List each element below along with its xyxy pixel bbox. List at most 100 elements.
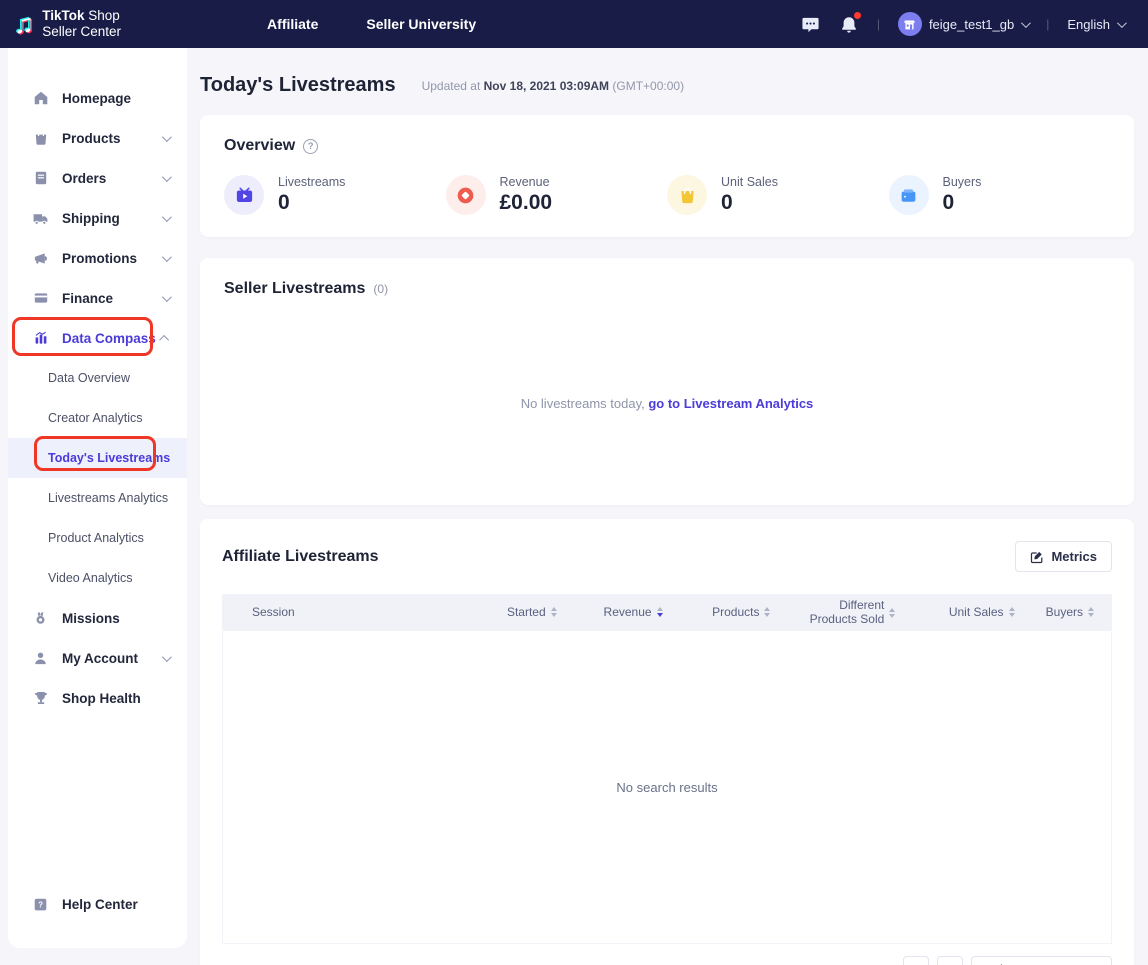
seller-livestreams-count: (0) (373, 282, 388, 296)
sidebar-subitem-todays-livestreams[interactable]: Today's Livestreams (8, 438, 187, 478)
column-buyers[interactable]: Buyers (1015, 606, 1094, 620)
chevron-down-icon (162, 652, 172, 662)
chevron-down-icon (1021, 18, 1031, 28)
user-icon (32, 650, 49, 667)
top-navbar: ♫ TikTok Shop Seller Center Affiliate Se… (0, 0, 1148, 48)
medal-icon (32, 610, 49, 627)
metric-livestreams: Livestreams 0 (224, 175, 446, 215)
go-to-livestream-analytics-link[interactable]: go to Livestream Analytics (648, 396, 813, 411)
table-empty-body: No search results (222, 631, 1112, 944)
orders-document-icon (32, 170, 49, 187)
navbar-links: Affiliate Seller University (267, 16, 476, 32)
column-revenue[interactable]: Revenue (557, 606, 663, 620)
logo-tiktok: TikTok (42, 8, 84, 23)
sidebar: Homepage Products Orders Shipping Promot… (8, 48, 187, 948)
avatar (898, 12, 922, 36)
no-results-text: No search results (616, 780, 717, 795)
sidebar-item-label: Orders (62, 171, 106, 186)
seller-livestreams-empty-state: No livestreams today, go to Livestream A… (200, 396, 1134, 411)
sidebar-item-label: Finance (62, 291, 113, 306)
trophy-icon (32, 690, 49, 707)
sidebar-item-label: Products (62, 131, 121, 146)
sidebar-subitem-creator-analytics[interactable]: Creator Analytics (8, 398, 187, 438)
sidebar-item-label: Shop Health (62, 691, 141, 706)
nav-link-seller-university[interactable]: Seller University (366, 16, 476, 32)
logo-shop: Shop (85, 8, 120, 23)
sidebar-subitem-data-overview[interactable]: Data Overview (8, 358, 187, 398)
chevron-up-icon (159, 334, 169, 344)
chevron-down-icon (162, 132, 172, 142)
nav-link-affiliate[interactable]: Affiliate (267, 16, 318, 32)
column-started[interactable]: Started (458, 606, 556, 620)
notifications-bell-icon[interactable] (839, 14, 859, 34)
sidebar-item-shop-health[interactable]: Shop Health (8, 678, 187, 718)
sidebar-item-my-account[interactable]: My Account (8, 638, 187, 678)
sidebar-item-label: Homepage (62, 91, 131, 106)
metrics-button[interactable]: Metrics (1015, 541, 1112, 572)
overview-title: Overview (224, 137, 295, 155)
sidebar-item-homepage[interactable]: Homepage (8, 78, 187, 118)
help-tooltip-icon[interactable]: ? (303, 139, 318, 154)
table-header-row: Session Started Revenue Products Differe… (222, 594, 1112, 631)
page-size-label: 10 items per page (982, 962, 1086, 965)
sidebar-item-label: Shipping (62, 211, 120, 226)
help-icon: ? (32, 896, 49, 913)
edit-icon (1030, 550, 1044, 564)
metric-label: Unit Sales (721, 175, 778, 189)
sidebar-item-label: Help Center (62, 897, 138, 912)
next-page-button[interactable] (937, 956, 963, 965)
sidebar-subitem-video-analytics[interactable]: Video Analytics (8, 558, 187, 598)
column-unit-sales[interactable]: Unit Sales (895, 606, 1014, 620)
language-selector[interactable]: English (1067, 17, 1124, 32)
messages-icon[interactable] (801, 14, 821, 34)
chevron-down-icon (162, 172, 172, 182)
page-header: Today's Livestreams Updated at Nov 18, 2… (200, 48, 1134, 115)
metric-label: Revenue (500, 175, 553, 189)
divider: | (877, 17, 880, 31)
shopping-bag-icon (32, 130, 49, 147)
logo-seller-center: Seller Center (42, 24, 121, 40)
column-different-products-sold[interactable]: Different Products Sold (770, 599, 895, 627)
sidebar-item-shipping[interactable]: Shipping (8, 198, 187, 238)
page-size-select[interactable]: 10 items per page (971, 956, 1112, 965)
updated-timestamp: Updated at Nov 18, 2021 03:09AM (GMT+00:… (422, 79, 684, 93)
sidebar-item-promotions[interactable]: Promotions (8, 238, 187, 278)
megaphone-icon (32, 250, 49, 267)
svg-text:?: ? (38, 900, 43, 909)
metric-label: Livestreams (278, 175, 345, 189)
metric-buyers: Buyers 0 (889, 175, 1111, 215)
sidebar-item-missions[interactable]: Missions (8, 598, 187, 638)
overview-card: Overview ? Livestreams 0 (200, 115, 1134, 237)
user-menu[interactable]: feige_test1_gb (898, 12, 1028, 36)
metric-revenue: Revenue £0.00 (446, 175, 668, 215)
sidebar-subitem-product-analytics[interactable]: Product Analytics (8, 518, 187, 558)
overview-title-row: Overview ? (224, 137, 1110, 155)
sidebar-item-data-compass[interactable]: Data Compass (8, 318, 187, 358)
metric-unit-sales: Unit Sales 0 (667, 175, 889, 215)
sidebar-item-finance[interactable]: Finance (8, 278, 187, 318)
divider: | (1046, 17, 1049, 31)
sidebar-subitem-livestreams-analytics[interactable]: Livestreams Analytics (8, 478, 187, 518)
pagination: 10 items per page (222, 956, 1112, 965)
metric-value: 0 (278, 191, 345, 215)
metrics-button-label: Metrics (1051, 549, 1097, 564)
affiliate-livestreams-title: Affiliate Livestreams (222, 548, 379, 566)
chevron-down-icon (162, 212, 172, 222)
home-icon (32, 90, 49, 107)
affiliate-livestreams-header: Affiliate Livestreams Metrics (222, 541, 1112, 572)
chevron-down-icon (162, 252, 172, 262)
metric-value: 0 (721, 191, 778, 215)
sidebar-item-orders[interactable]: Orders (8, 158, 187, 198)
column-products[interactable]: Products (663, 606, 771, 620)
tiktok-shop-logo[interactable]: ♫ TikTok Shop Seller Center (14, 8, 121, 40)
navbar-right: | feige_test1_gb | English (801, 12, 1124, 36)
logo-text: TikTok Shop Seller Center (42, 8, 121, 40)
notification-badge (854, 12, 861, 19)
previous-page-button[interactable] (903, 956, 929, 965)
sidebar-item-label: Missions (62, 611, 120, 626)
tiktok-note-icon: ♫ (14, 11, 34, 38)
sidebar-item-products[interactable]: Products (8, 118, 187, 158)
column-session: Session (252, 606, 458, 620)
seller-livestreams-title: Seller Livestreams (224, 280, 365, 298)
sidebar-item-help-center[interactable]: ? Help Center (8, 884, 187, 924)
